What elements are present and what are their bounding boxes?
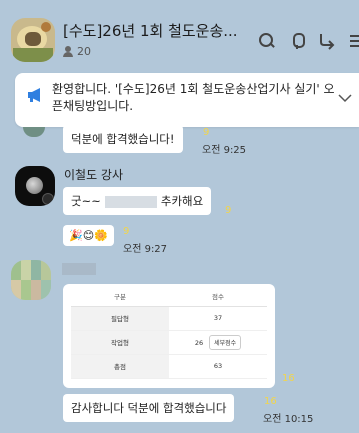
table-header: 점수 [169, 286, 267, 307]
message-bubble[interactable]: 굿~~ 추카해요 [63, 187, 212, 215]
redacted-text [104, 195, 157, 208]
notice-text: 환영합니다. '[수도]26년 1회 철도운송산업기사 실기' 오픈채팅방입니다… [52, 82, 335, 113]
message-bubble[interactable]: 덕분에 합격했습니다! [63, 125, 183, 153]
chat-header: [수도]26년 1회 철도운송... 20 [0, 0, 359, 70]
chevron-down-icon[interactable] [338, 88, 352, 107]
message-time: 오전 9:27 [123, 244, 168, 255]
room-title[interactable]: [수도]26년 1회 철도운송... [63, 20, 248, 41]
message-time: 오전 9:25 [202, 145, 247, 156]
emoji-message[interactable]: 🎉😊🌼 [63, 225, 114, 246]
detail-score-button: 세부점수 [209, 334, 242, 350]
share-icon[interactable] [318, 32, 336, 50]
avatar-partial [23, 127, 45, 137]
score-image[interactable]: 구분 점수 필답형 37 작업형 26 세부점수 총점 63 [63, 284, 275, 388]
table-row: 필답형 37 [71, 306, 267, 331]
avatar[interactable] [11, 260, 51, 300]
mic-icon[interactable] [288, 32, 306, 50]
member-count[interactable]: 20 [63, 45, 91, 58]
score-table: 구분 점수 필답형 37 작업형 26 세부점수 총점 63 [71, 286, 267, 379]
unread-count: 16 [282, 373, 295, 384]
notice-banner[interactable]: 환영합니다. '[수도]26년 1회 철도운송산업기사 실기' 오픈채팅방입니다… [15, 73, 359, 127]
unread-count: 9 [225, 205, 232, 216]
member-count-value: 20 [77, 45, 91, 58]
sender-name-redacted[interactable] [62, 263, 96, 275]
message-time: 오전 10:15 [263, 414, 314, 425]
table-row: 작업형 26 세부점수 [71, 330, 267, 355]
unread-count: 9 [123, 226, 130, 237]
menu-icon[interactable] [348, 32, 359, 50]
table-header: 구분 [71, 286, 169, 307]
message-bubble[interactable]: 감사합니다 덕분에 합격했습니다 [63, 394, 235, 422]
table-row: 총점 63 [71, 354, 267, 379]
sender-name[interactable]: 이철도 강사 [64, 166, 123, 183]
room-avatar[interactable] [11, 18, 55, 62]
person-icon [63, 46, 73, 57]
search-icon[interactable] [258, 32, 276, 50]
avatar[interactable] [15, 166, 55, 206]
unread-count: 9 [203, 127, 210, 138]
megaphone-icon [27, 87, 43, 107]
unread-count: 16 [264, 396, 277, 407]
